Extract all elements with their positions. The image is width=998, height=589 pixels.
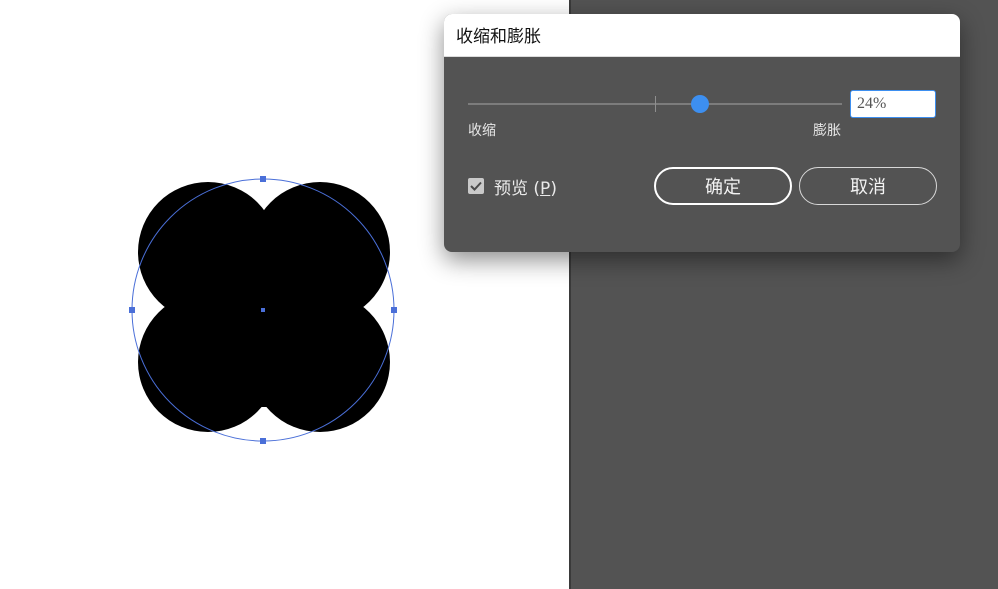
checkmark-icon [470,181,482,191]
slider-max-label: 膨胀 [813,123,841,139]
anchor-handle-top[interactable] [260,176,266,182]
dialog-titlebar[interactable]: 收缩和膨胀 [444,14,960,57]
dialog-title: 收缩和膨胀 [456,27,541,47]
ok-button[interactable]: 确定 [654,167,792,205]
preview-label: 预览 (P) [494,178,557,199]
center-point[interactable] [261,308,265,312]
amount-slider-thumb[interactable] [690,95,709,113]
slider-center-tick [655,96,656,112]
slider-min-label: 收缩 [468,123,496,139]
anchor-handle-left[interactable] [129,307,135,313]
pucker-bloat-dialog: 收缩和膨胀 收缩 膨胀 预览 (P) 确定 取消 [444,14,960,252]
anchor-handle-right[interactable] [391,307,397,313]
anchor-handle-bottom[interactable] [260,438,266,444]
preview-accelerator: P [540,178,551,199]
cancel-button[interactable]: 取消 [799,167,937,205]
preview-option[interactable]: 预览 (P) [468,174,557,199]
preview-checkbox[interactable] [468,178,484,194]
clover-shape[interactable] [138,182,390,432]
amount-input[interactable] [850,90,936,118]
